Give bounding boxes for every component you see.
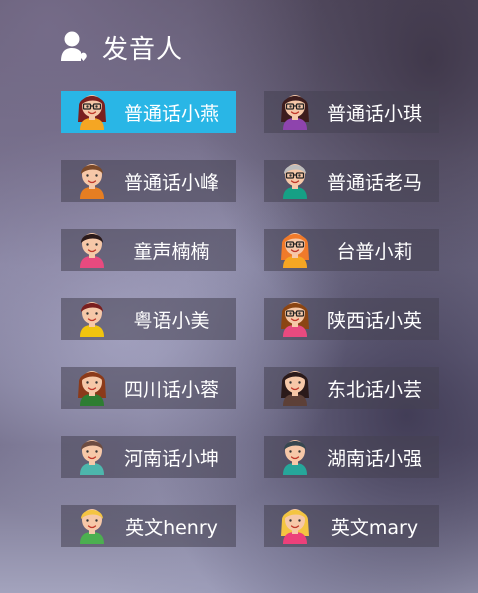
voice-label: 普通话小燕 <box>123 102 219 125</box>
avatar-icon <box>274 433 316 475</box>
avatar-icon <box>71 433 113 475</box>
voice-label: 河南话小坤 <box>123 447 219 470</box>
voice-button[interactable]: 普通话小燕 <box>61 91 236 133</box>
avatar-icon <box>71 502 113 544</box>
voice-button[interactable]: 东北话小芸 <box>264 367 439 409</box>
voice-button[interactable]: 普通话小琪 <box>264 91 439 133</box>
avatar-icon <box>274 364 316 406</box>
voice-button[interactable]: 湖南话小强 <box>264 436 439 478</box>
voice-button[interactable]: 四川话小蓉 <box>61 367 236 409</box>
voice-label: 英文mary <box>330 516 419 539</box>
voice-button[interactable]: 童声楠楠 <box>61 229 236 271</box>
voice-button[interactable]: 英文mary <box>264 505 439 547</box>
user-voice-icon <box>61 31 87 61</box>
voice-label: 东北话小芸 <box>326 378 422 401</box>
avatar-icon <box>274 88 316 130</box>
voice-button[interactable]: 陕西话小英 <box>264 298 439 340</box>
voice-label: 童声楠楠 <box>133 240 210 263</box>
header: 发音人 <box>60 28 183 66</box>
voice-button[interactable]: 粤语小美 <box>61 298 236 340</box>
avatar-icon <box>274 157 316 199</box>
voice-button[interactable]: 河南话小坤 <box>61 436 236 478</box>
voice-label: 粤语小美 <box>133 309 210 332</box>
voice-label: 普通话小峰 <box>123 171 219 194</box>
voice-label: 四川话小蓉 <box>123 378 219 401</box>
voice-label: 湖南话小强 <box>326 447 422 470</box>
voice-label: 陕西话小英 <box>326 309 422 332</box>
avatar-icon <box>71 226 113 268</box>
voice-button[interactable]: 普通话老马 <box>264 160 439 202</box>
avatar-icon <box>71 88 113 130</box>
voice-label: 普通话小琪 <box>326 102 422 125</box>
voice-button[interactable]: 英文henry <box>61 505 236 547</box>
avatar-icon <box>274 226 316 268</box>
voice-button[interactable]: 台普小莉 <box>264 229 439 271</box>
avatar-icon <box>71 157 113 199</box>
page-title: 发音人 <box>102 34 184 65</box>
voice-label: 英文henry <box>125 516 218 539</box>
voice-label: 普通话老马 <box>326 171 422 194</box>
voice-button[interactable]: 普通话小峰 <box>61 160 236 202</box>
avatar-icon <box>71 295 113 337</box>
avatar-icon <box>274 295 316 337</box>
voice-grid: 普通话小燕 普通话小琪普通话小峰 普通话老马童声楠楠 台普小莉粤语小美 陕西话小英四川话… <box>61 91 439 551</box>
avatar-icon <box>274 502 316 544</box>
voice-label: 台普小莉 <box>336 240 413 263</box>
avatar-icon <box>71 364 113 406</box>
